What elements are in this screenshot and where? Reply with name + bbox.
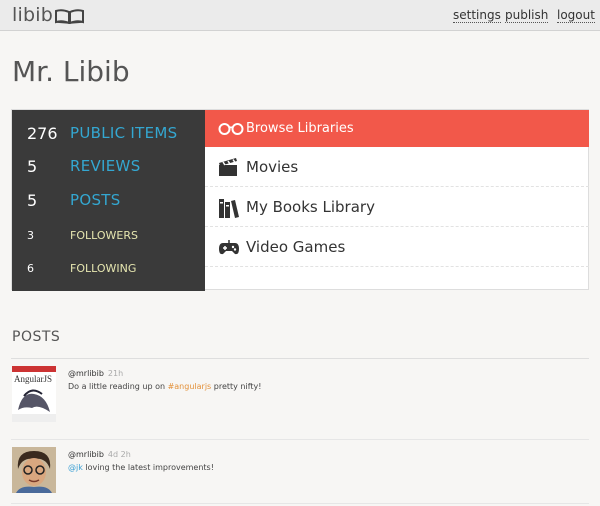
stat-label: POSTS <box>70 191 121 209</box>
gamepad-icon <box>219 240 239 255</box>
post-time: 21h <box>107 369 124 378</box>
library-item-movies[interactable]: Movies <box>205 147 589 187</box>
stat-count: 5 <box>27 157 38 176</box>
post-hashtag[interactable]: #angularjs <box>168 382 212 391</box>
top-bar: libib settings publish logout <box>0 0 600 31</box>
post-avatar[interactable] <box>12 447 56 493</box>
settings-link[interactable]: settings <box>453 9 501 23</box>
avatar-image <box>12 447 56 493</box>
publish-link[interactable]: publish <box>505 9 549 23</box>
library-item-label: Movies <box>246 158 299 176</box>
stats-panel: 276 PUBLIC ITEMS 5 REVIEWS 5 POSTS 3 FOL… <box>12 110 205 291</box>
stat-count: 276 <box>27 124 58 143</box>
glasses-icon <box>218 123 244 135</box>
brand-logo-text[interactable]: libib <box>12 4 53 26</box>
stat-count: 3 <box>27 229 34 242</box>
library-item-label: Video Games <box>246 238 346 256</box>
stat-count: 6 <box>27 262 34 275</box>
stat-label: REVIEWS <box>70 157 141 175</box>
post-body: @jk loving the latest improvements! <box>68 463 214 472</box>
clapperboard-icon <box>219 158 237 176</box>
browse-libraries-button[interactable]: Browse Libraries <box>205 110 589 147</box>
stat-label: PUBLIC ITEMS <box>70 124 178 142</box>
post-handle[interactable]: @mrlibib <box>68 450 104 459</box>
post-body: Do a little reading up on #angularjs pre… <box>68 382 261 391</box>
browse-libraries-label: Browse Libraries <box>246 121 354 136</box>
library-item-video-games[interactable]: Video Games <box>205 227 589 267</box>
open-book-icon[interactable] <box>55 8 84 24</box>
books-icon <box>219 199 239 218</box>
post-text: loving the latest improvements! <box>82 463 214 472</box>
divider <box>11 503 589 504</box>
post-text: Do a little reading up on <box>68 382 168 391</box>
posts-heading: POSTS <box>12 329 61 345</box>
stat-label: FOLLOWERS <box>70 229 138 242</box>
profile-card: 276 PUBLIC ITEMS 5 REVIEWS 5 POSTS 3 FOL… <box>11 109 589 291</box>
library-item-label: My Books Library <box>246 198 375 216</box>
library-item-books[interactable]: My Books Library <box>205 187 589 227</box>
logout-link[interactable]: logout <box>557 9 595 23</box>
stat-label: FOLLOWING <box>70 262 137 275</box>
post-handle[interactable]: @mrlibib <box>68 369 104 378</box>
post-text: pretty nifty! <box>211 382 262 391</box>
post-item: AngularJS @mrlibib 21h Do a little readin… <box>11 359 589 429</box>
page-title: Mr. Libib <box>12 55 130 88</box>
post-mention[interactable]: @jk <box>68 463 83 472</box>
thumb-title: AngularJS <box>14 374 52 384</box>
post-thumbnail[interactable]: AngularJS <box>12 366 56 422</box>
post-time: 4d 2h <box>107 450 131 459</box>
angularjs-book-cover-image: AngularJS <box>12 366 56 422</box>
post-meta: @mrlibib 4d 2h <box>68 450 131 459</box>
stat-count: 5 <box>27 191 38 210</box>
post-meta: @mrlibib 21h <box>68 369 123 378</box>
post-item: @mrlibib 4d 2h @jk loving the latest impr… <box>11 440 589 506</box>
